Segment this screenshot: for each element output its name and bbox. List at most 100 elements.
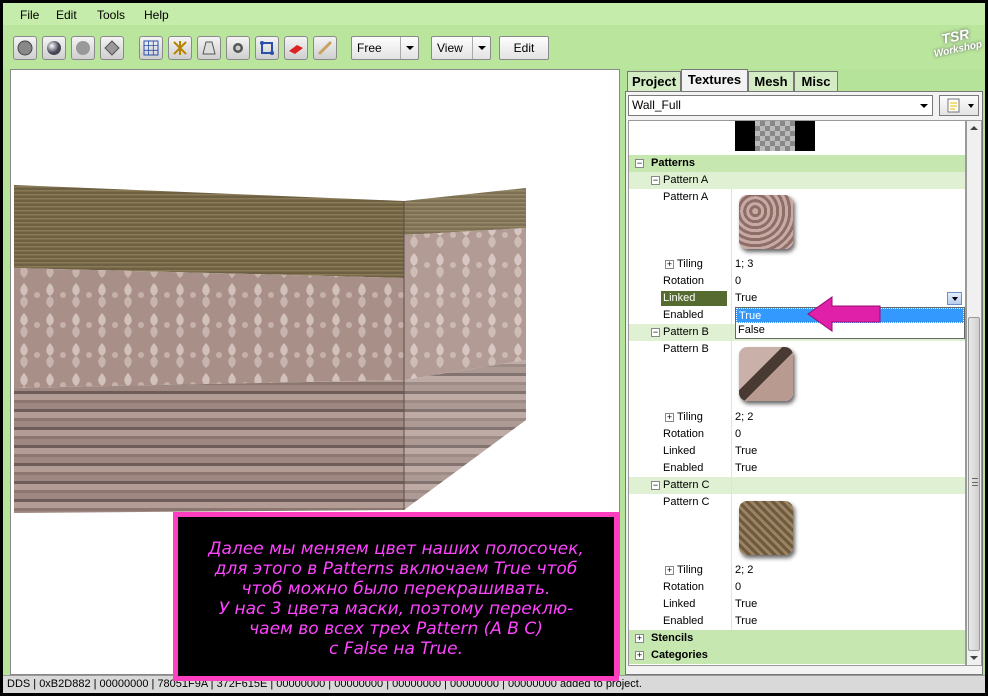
joints-button[interactable] [255, 36, 279, 60]
tutorial-overlay: Далее мы меняем цвет наших полосочек, дл… [173, 512, 619, 681]
tab-textures[interactable]: Textures [681, 69, 748, 92]
menu-tools[interactable]: Tools [97, 8, 125, 22]
floor-button[interactable] [197, 36, 221, 60]
bones-button[interactable] [168, 36, 192, 60]
left-wall-trim [14, 185, 404, 278]
view-combo-value: View [437, 41, 463, 55]
dropdown-arrow-button[interactable] [947, 292, 962, 305]
prop-row-rotation[interactable]: Rotation 0 [629, 273, 965, 290]
prop-value[interactable]: True [735, 290, 757, 307]
category-stencils[interactable]: + Stencils [629, 630, 965, 647]
pattern-a-thumbnail[interactable] [739, 195, 793, 249]
left-wall-panels [14, 380, 404, 513]
chevron-down-icon [915, 96, 932, 115]
grid-icon [143, 40, 159, 56]
menu-help[interactable]: Help [144, 8, 169, 22]
prop-label: Linked [663, 598, 696, 610]
prop-value[interactable]: True [735, 613, 757, 630]
mode-combo[interactable]: Free [351, 36, 419, 60]
expand-icon[interactable]: + [635, 651, 644, 660]
right-wall-panels [404, 360, 526, 510]
scroll-down-icon[interactable] [967, 651, 981, 665]
property-grid: − Patterns − Pattern A Pattern A + Tilin… [628, 120, 966, 666]
prop-row-tiling[interactable]: + Tiling 2; 2 [629, 562, 965, 579]
light-icon [233, 43, 243, 53]
overlay-line: чтоб можно было перекрашивать. [241, 579, 551, 599]
grid-button[interactable] [139, 36, 163, 60]
prop-value[interactable]: 0 [735, 426, 741, 443]
textures-tab-body: Wall_Full − Patterns − Pattern A Pattern… [625, 91, 983, 675]
scroll-thumb[interactable] [968, 317, 980, 651]
expand-icon[interactable]: + [635, 634, 644, 643]
menu-bar: File Edit Tools Help [3, 3, 985, 25]
new-texture-button[interactable] [939, 95, 979, 116]
prop-value[interactable]: 2; 2 [735, 409, 753, 426]
pattern-b-thumbnail[interactable] [739, 347, 793, 401]
prop-value[interactable]: 2; 2 [735, 562, 753, 579]
bone-tool-button[interactable] [313, 36, 337, 60]
prop-row-rotation[interactable]: Rotation 0 [629, 426, 965, 443]
prop-value[interactable]: True [735, 443, 757, 460]
collapse-icon[interactable]: − [651, 481, 660, 490]
prop-row-rotation[interactable]: Rotation 0 [629, 579, 965, 596]
shade-diamond-button[interactable] [100, 36, 124, 60]
overlay-line: Далее мы меняем цвет наших полосочек, [208, 539, 584, 559]
overlay-line: с False на True. [328, 639, 464, 659]
shade-smooth-button[interactable] [42, 36, 66, 60]
category-categories[interactable]: + Categories [629, 647, 965, 664]
bones-icon [173, 41, 187, 55]
prop-row-linked[interactable]: Linked True [629, 596, 965, 613]
prop-label: Enabled [663, 309, 704, 321]
light-button[interactable] [226, 36, 250, 60]
subcategory-pattern-c[interactable]: − Pattern C [629, 477, 965, 494]
prop-row-pattern-image: Pattern B [629, 341, 965, 358]
scroll-up-icon[interactable] [967, 121, 981, 135]
category-patterns[interactable]: − Patterns [629, 155, 965, 172]
collapse-icon[interactable]: − [635, 159, 644, 168]
expand-icon[interactable]: + [665, 566, 674, 575]
floor-icon [202, 41, 216, 55]
collapse-icon[interactable]: − [651, 328, 660, 337]
shade-matte-button[interactable] [71, 36, 95, 60]
texture-select-value: Wall_Full [632, 98, 681, 112]
expand-icon[interactable]: + [665, 413, 674, 422]
pattern-c-thumbnail[interactable] [739, 501, 793, 555]
overlay-line: У нас 3 цвета маски, поэтому переклю- [218, 599, 574, 619]
prop-value[interactable]: True [735, 596, 757, 613]
prop-row-tiling[interactable]: + Tiling 2; 2 [629, 409, 965, 426]
eraser-button[interactable] [284, 36, 308, 60]
tab-project[interactable]: Project [627, 71, 681, 91]
menu-edit[interactable]: Edit [56, 8, 77, 22]
menu-file[interactable]: File [20, 8, 39, 22]
prop-label: Linked [663, 445, 696, 457]
prop-value[interactable]: 0 [735, 273, 741, 290]
prop-value[interactable]: 1; 3 [735, 256, 753, 273]
collapse-icon[interactable]: − [651, 176, 660, 185]
vertical-scrollbar[interactable] [966, 120, 982, 666]
prop-row-enabled[interactable]: Enabled True [629, 460, 965, 477]
prop-row-pattern-image: Pattern C [629, 494, 965, 511]
subcategory-label: Pattern A [663, 174, 709, 186]
prop-row-linked[interactable]: Linked True [629, 290, 965, 307]
tab-mesh[interactable]: Mesh [748, 71, 794, 91]
prop-value[interactable]: True [735, 460, 757, 477]
prop-row-linked[interactable]: Linked True [629, 443, 965, 460]
expand-icon[interactable]: + [665, 260, 674, 269]
sphere-flat-icon [17, 40, 33, 56]
checker-icon [755, 121, 795, 151]
diamond-icon [104, 40, 120, 56]
tab-misc[interactable]: Misc [794, 71, 838, 91]
right-wall-wallpaper [404, 228, 526, 380]
prop-row-enabled[interactable]: Enabled True [629, 613, 965, 630]
prop-value[interactable]: 0 [735, 579, 741, 596]
subcategory-pattern-a[interactable]: − Pattern A [629, 172, 965, 189]
prop-label: Tiling [677, 258, 703, 270]
shade-flat-button[interactable] [13, 36, 37, 60]
edit-button[interactable]: Edit [499, 36, 549, 60]
category-label: Categories [651, 649, 708, 661]
view-combo[interactable]: View [431, 36, 491, 60]
prop-row-tiling[interactable]: + Tiling 1; 3 [629, 256, 965, 273]
subcategory-label: Pattern C [663, 479, 710, 491]
texture-select[interactable]: Wall_Full [628, 95, 933, 116]
overlay-line: для этого в Patterns включаем True чтоб [214, 559, 578, 579]
